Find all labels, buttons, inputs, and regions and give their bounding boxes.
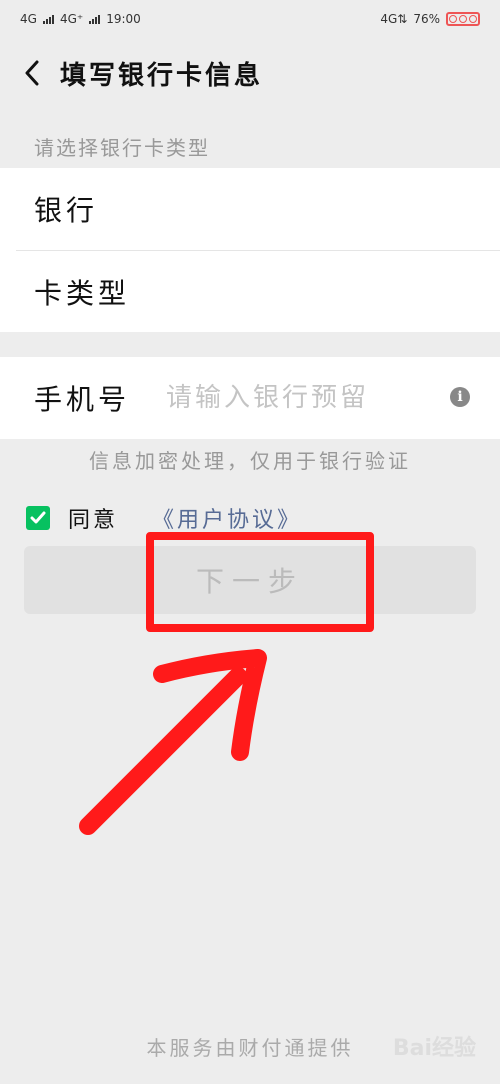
next-button[interactable]: 下一步: [24, 546, 476, 614]
network-label-right: 4G⇅: [380, 12, 408, 26]
page-title: 填写银行卡信息: [60, 60, 264, 91]
bank-select-row[interactable]: 银行: [0, 168, 500, 250]
encrypt-note: 信息加密处理，仅用于银行验证: [89, 449, 411, 473]
network-label-1: 4G: [20, 12, 37, 26]
battery-icon: [446, 12, 480, 26]
card-type-select-row[interactable]: 卡类型: [16, 250, 500, 332]
status-left: 4G 4G⁺ 19:00: [20, 12, 141, 26]
phone-input[interactable]: [164, 382, 418, 414]
phone-label: 手机号: [34, 383, 131, 416]
agreement-row: 同意 《用户协议》: [26, 502, 302, 534]
info-icon[interactable]: i: [450, 387, 470, 407]
network-label-2: 4G⁺: [59, 12, 84, 26]
signal-icon: [89, 14, 101, 24]
annotation-arrow-icon: [79, 649, 267, 835]
agree-checkbox[interactable]: [26, 506, 50, 530]
watermark: Bai经验: [392, 1036, 476, 1061]
signal-icon: [42, 14, 54, 24]
checkmark-icon: [30, 511, 46, 524]
agree-label: 同意: [68, 508, 119, 533]
status-right: 4G⇅ 76%: [380, 12, 480, 26]
section-hint: 请选择银行卡类型: [34, 136, 210, 160]
user-agreement-link[interactable]: 《用户协议》: [152, 502, 302, 534]
chevron-left-icon: [25, 60, 39, 86]
bank-label: 银行: [34, 194, 99, 227]
back-button[interactable]: [18, 59, 46, 87]
card-type-label: 卡类型: [34, 276, 131, 310]
bank-card-group: 银行 卡类型: [0, 168, 500, 332]
phone-row: 手机号 i: [0, 357, 500, 439]
title-bar: 填写银行卡信息: [0, 38, 500, 108]
status-bar: 4G 4G⁺ 19:00 4G⇅ 76%: [0, 0, 500, 38]
battery-percent: 76%: [413, 12, 440, 26]
status-time: 19:00: [106, 12, 141, 26]
